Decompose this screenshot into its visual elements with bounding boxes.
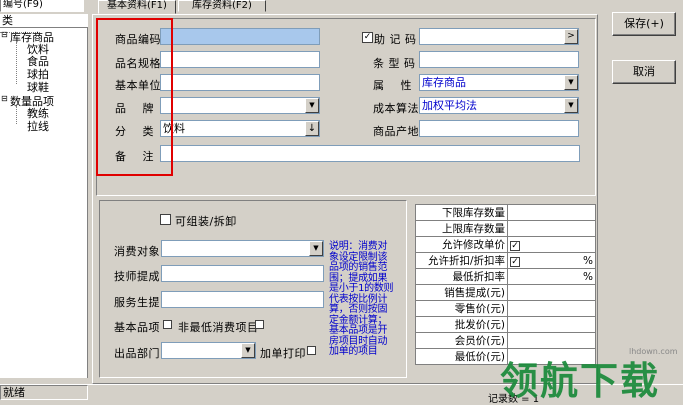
table-cell-label: 批发价(元) bbox=[415, 316, 508, 333]
tech-commission-input[interactable] bbox=[161, 265, 324, 282]
chevron-down-icon[interactable]: ▼ bbox=[564, 98, 578, 113]
table-cell-value[interactable]: ✓ bbox=[507, 236, 596, 253]
category-tree: ⊟ 库存商品 饮料 食品 球拍 球鞋 ⊟ 数量品项 教练 拉线 bbox=[0, 28, 88, 378]
tree-line bbox=[16, 106, 24, 124]
cost-method-value: 加权平均法 bbox=[422, 99, 477, 112]
chevron-down-icon[interactable]: ▼ bbox=[564, 75, 578, 90]
assemble-checkbox[interactable] bbox=[160, 214, 171, 225]
table-cell-label: 零售价(元) bbox=[415, 300, 508, 317]
remark-input[interactable] bbox=[160, 145, 580, 162]
not-min-consume-checkbox[interactable] bbox=[255, 320, 264, 329]
table-row: 批发价(元) bbox=[415, 316, 596, 333]
base-item-label: 基本品项 bbox=[114, 321, 160, 334]
service-label: 服务生提 bbox=[114, 296, 160, 309]
chevron-right-icon[interactable]: > bbox=[564, 29, 578, 44]
consume-target-select[interactable]: ▼ bbox=[161, 240, 324, 257]
stock-price-table: 下限库存数量 上限库存数量 允许修改单价 ✓ 允许折扣/折扣率 ✓% 最低折扣率% … bbox=[415, 204, 596, 365]
attribute-select[interactable]: 库存商品 ▼ bbox=[419, 74, 579, 91]
table-cell-value[interactable] bbox=[507, 332, 596, 349]
consume-target-label: 消费对象 bbox=[114, 245, 160, 258]
brand-select[interactable]: ▼ bbox=[160, 97, 320, 114]
origin-label: 商品产地 bbox=[373, 125, 419, 138]
highlight-box bbox=[96, 18, 173, 176]
chevron-down-icon[interactable]: ▼ bbox=[309, 241, 323, 256]
table-row: 会员价(元) bbox=[415, 332, 596, 349]
table-cell-label: 最低折扣率 bbox=[415, 268, 508, 285]
not-min-consume-label: 非最低消费项目 bbox=[178, 321, 259, 334]
chevron-down-icon[interactable]: ▼ bbox=[241, 343, 255, 358]
dept-select[interactable]: ▼ bbox=[161, 342, 256, 359]
cancel-button[interactable]: 取消 bbox=[612, 60, 676, 84]
arrow-down-icon[interactable]: ↓ bbox=[305, 121, 319, 136]
note-text: 说明：消费对象设定限制该品项的销售范围；提成如果是小于1的数则代表按比例计算，否… bbox=[329, 241, 394, 357]
attribute-value: 库存商品 bbox=[422, 76, 466, 89]
assemble-label: 可组装/拆卸 bbox=[175, 215, 237, 228]
table-row: 下限库存数量 bbox=[415, 204, 596, 221]
table-cell-label: 上限库存数量 bbox=[415, 220, 508, 237]
product-code-input[interactable] bbox=[160, 28, 320, 45]
category-input[interactable]: 饮料 ↓ bbox=[160, 120, 320, 137]
mnemonic-input[interactable]: > bbox=[419, 28, 579, 45]
table-cell-value[interactable] bbox=[507, 316, 596, 333]
tab-basic-info[interactable]: 基本资料(F1) bbox=[98, 0, 176, 14]
allow-discount-checkbox[interactable]: ✓ bbox=[510, 256, 520, 267]
table-cell-label: 最低价(元) bbox=[415, 348, 508, 365]
tech-commission-label: 技师提成 bbox=[114, 270, 160, 283]
table-cell-label: 会员价(元) bbox=[415, 332, 508, 349]
table-cell-value[interactable] bbox=[507, 284, 596, 301]
table-row: 允许折扣/折扣率 ✓% bbox=[415, 252, 596, 269]
table-row: 上限库存数量 bbox=[415, 220, 596, 237]
table-cell-value[interactable] bbox=[507, 300, 596, 317]
table-cell-label: 下限库存数量 bbox=[415, 204, 508, 221]
base-item-checkbox[interactable] bbox=[163, 320, 172, 329]
table-row: 允许修改单价 ✓ bbox=[415, 236, 596, 253]
mnemonic-checkbox[interactable]: ✓ bbox=[362, 32, 373, 43]
save-button[interactable]: 保存(+) bbox=[612, 12, 676, 36]
table-cell-value[interactable]: ✓% bbox=[507, 252, 596, 269]
table-cell-value[interactable]: % bbox=[507, 268, 596, 285]
table-cell-label: 允许修改单价 bbox=[415, 236, 508, 253]
origin-input[interactable] bbox=[419, 120, 579, 137]
add-print-label: 加单打印 bbox=[260, 347, 306, 360]
code-shortcut-field[interactable]: 编号(F9) bbox=[0, 0, 84, 12]
status-text: 就绪 bbox=[0, 385, 88, 400]
watermark-logo: 领航下载 bbox=[500, 359, 661, 403]
percent-sign: % bbox=[583, 270, 593, 283]
service-commission-input[interactable] bbox=[161, 291, 324, 308]
table-cell-value[interactable] bbox=[507, 204, 596, 221]
cost-method-select[interactable]: 加权平均法 ▼ bbox=[419, 97, 579, 114]
collapse-icon[interactable]: ⊟ bbox=[1, 94, 8, 103]
table-row: 零售价(元) bbox=[415, 300, 596, 317]
tree-item-string[interactable]: 拉线 bbox=[27, 118, 49, 134]
tree-line bbox=[16, 42, 24, 84]
table-cell-label: 允许折扣/折扣率 bbox=[415, 252, 508, 269]
mnemonic-label: 助 记 码 bbox=[374, 33, 417, 46]
percent-sign: % bbox=[583, 254, 593, 267]
add-print-checkbox[interactable] bbox=[307, 346, 316, 355]
collapse-icon[interactable]: ⊟ bbox=[1, 30, 8, 39]
barcode-input[interactable] bbox=[419, 51, 579, 68]
tree-header: 类 bbox=[0, 14, 88, 28]
attribute-label: 属 性 bbox=[373, 79, 412, 92]
cost-method-label: 成本算法 bbox=[373, 102, 419, 115]
barcode-label: 条 型 码 bbox=[373, 57, 416, 70]
table-cell-label: 销售提成(元) bbox=[415, 284, 508, 301]
chevron-down-icon[interactable]: ▼ bbox=[305, 98, 319, 113]
dept-label: 出品部门 bbox=[114, 347, 160, 360]
unit-input[interactable] bbox=[160, 74, 320, 91]
table-row: 销售提成(元) bbox=[415, 284, 596, 301]
tab-stock-info[interactable]: 库存资料(F2) bbox=[178, 0, 266, 12]
table-cell-value[interactable] bbox=[507, 220, 596, 237]
table-row: 最低折扣率% bbox=[415, 268, 596, 285]
spec-input[interactable] bbox=[160, 51, 320, 68]
allow-edit-price-checkbox[interactable]: ✓ bbox=[510, 240, 520, 251]
